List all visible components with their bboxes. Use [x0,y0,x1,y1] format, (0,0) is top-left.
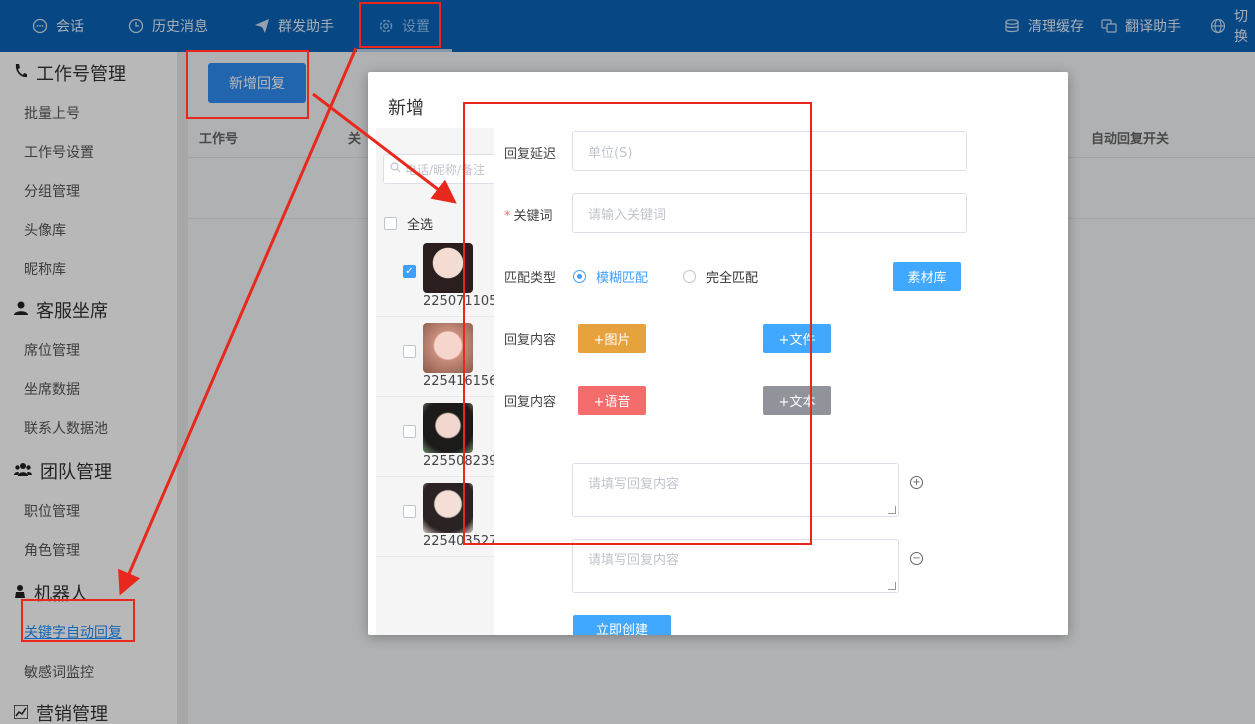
contact-checkbox[interactable]: ✓ [403,265,416,278]
resize-handle[interactable] [888,506,896,514]
annotation-box-settings [359,2,441,48]
reply-content-textarea[interactable]: 请填写回复内容 [572,539,899,593]
contact-checkbox[interactable] [403,425,416,438]
contact-checkbox[interactable] [403,505,416,518]
annotation-box-form [463,102,812,545]
dialog-title: 新增 [388,98,424,119]
check-all-label: 全选 [407,218,434,233]
search-icon [390,162,401,176]
annotation-box-sidebar-item [21,599,135,642]
check-all[interactable]: 全选 [384,214,433,233]
check-all-checkbox[interactable] [384,217,397,230]
resize-handle[interactable] [888,582,896,590]
submit-button[interactable]: 立即创建 [573,615,671,635]
contact-checkbox[interactable] [403,345,416,358]
material-library-button[interactable]: 素材库 [893,262,961,291]
annotation-box-add-button [186,50,309,119]
add-row-icon[interactable]: + [910,476,923,489]
remove-row-icon[interactable]: − [910,552,923,565]
textarea-placeholder: 请填写回复内容 [588,553,680,568]
